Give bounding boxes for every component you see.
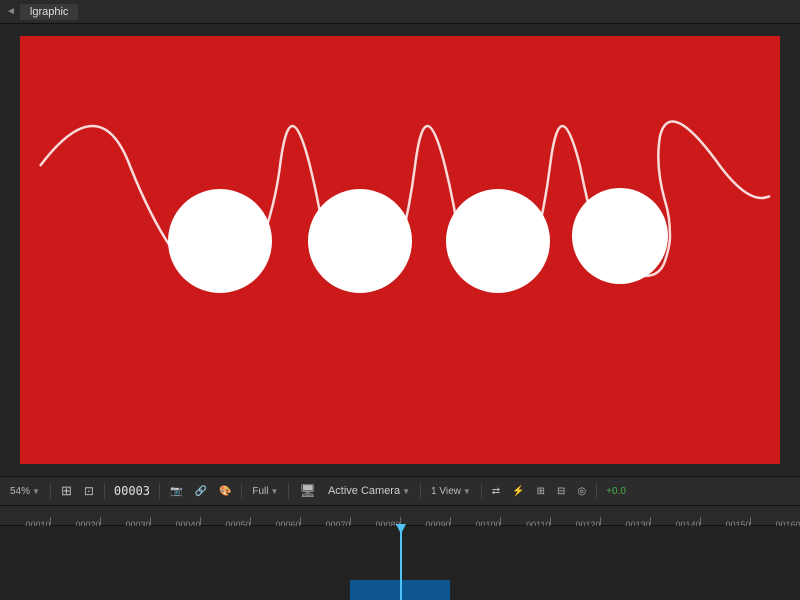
- ruler-mark: 00090: [450, 517, 451, 525]
- view-layout-control[interactable]: 1 View ▼: [427, 485, 475, 498]
- timecode-display: 00003: [111, 484, 153, 498]
- view-layout-dropdown-icon: ▼: [463, 487, 471, 496]
- target-button[interactable]: ◎: [573, 485, 590, 498]
- ruler-mark: 00150: [750, 517, 751, 525]
- transfer-button[interactable]: ⇄: [488, 485, 504, 498]
- layout-button[interactable]: ⊟: [553, 485, 569, 498]
- value-display: +0.0: [603, 486, 629, 497]
- camera-icon: 📷: [170, 486, 182, 497]
- ruler-mark: 00120: [600, 517, 601, 525]
- zoom-control[interactable]: 54% ▼: [6, 485, 44, 498]
- transfer-icon: ⇄: [492, 486, 500, 497]
- ruler-marks: 00010 00020 00030 00040 00050 00060 00070 00080…: [0, 506, 800, 525]
- active-camera-label: Active Camera: [328, 485, 400, 497]
- timeline[interactable]: 00010 00020 00030 00040 00050 00060 00070 00080…: [0, 506, 800, 600]
- composition-tab[interactable]: lgraphic: [20, 4, 79, 20]
- target-icon: ◎: [577, 486, 586, 497]
- ruler-mark: 00060: [300, 517, 301, 525]
- separator-3: [159, 483, 160, 499]
- quality-value: Full: [252, 486, 268, 497]
- grid-icon: ⊞: [537, 486, 545, 497]
- viewport-canvas: [20, 36, 780, 464]
- timecode-value: 00003: [114, 484, 150, 498]
- timeline-body[interactable]: [0, 526, 800, 600]
- crop-icon: ⊡: [84, 484, 94, 498]
- ruler-mark: 00080: [400, 517, 401, 525]
- timeline-ruler[interactable]: 00010 00020 00030 00040 00050 00060 00070 00080…: [0, 506, 800, 526]
- ruler-mark: 00130: [650, 517, 651, 525]
- flash-icon: ⚡: [512, 486, 524, 497]
- color-icon: 🎨: [219, 486, 231, 497]
- green-value-label: +0.0: [606, 486, 626, 497]
- separator-4: [241, 483, 242, 499]
- crop-button[interactable]: ⊡: [80, 483, 98, 499]
- ruler-mark: 00040: [200, 517, 201, 525]
- zoom-value: 54%: [10, 486, 30, 497]
- separator-1: [50, 483, 51, 499]
- ruler-mark: 00100: [500, 517, 501, 525]
- camera-button[interactable]: 📷: [166, 485, 186, 498]
- zoom-dropdown-icon: ▼: [32, 487, 40, 496]
- link-icon: 🔗: [194, 486, 206, 497]
- ruler-mark: 00070: [350, 517, 351, 525]
- back-arrow[interactable]: ◄: [6, 6, 16, 17]
- separator-5: [288, 483, 289, 499]
- ruler-mark: 00020: [100, 517, 101, 525]
- playhead-head: [396, 524, 406, 534]
- fit-view-button[interactable]: ⊞: [57, 482, 76, 500]
- ruler-mark: 00030: [150, 517, 151, 525]
- fit-view-icon: ⊞: [61, 483, 72, 499]
- grid-button[interactable]: ⊞: [533, 485, 549, 498]
- top-bar: ◄ lgraphic: [0, 0, 800, 24]
- ruler-mark: 00010: [50, 517, 51, 525]
- flash-button[interactable]: ⚡: [508, 485, 528, 498]
- view-layout-label: 1 View: [431, 486, 461, 497]
- layout-icon: ⊟: [557, 486, 565, 497]
- separator-6: [420, 483, 421, 499]
- color-button[interactable]: 🎨: [215, 485, 235, 498]
- toolbar: 54% ▼ ⊞ ⊡ 00003 📷 🔗 🎨 Full ▼ 🖥 Active Ca…: [0, 476, 800, 506]
- ruler-mark: 00110: [550, 517, 551, 525]
- link-button[interactable]: 🔗: [190, 485, 210, 498]
- viewport-container: [0, 24, 800, 476]
- ruler-mark: 00140: [700, 517, 701, 525]
- monitor-icon: 🖥: [299, 483, 316, 499]
- separator-7: [481, 483, 482, 499]
- separator-2: [104, 483, 105, 499]
- playhead[interactable]: [400, 526, 402, 600]
- quality-dropdown-icon: ▼: [271, 487, 279, 496]
- active-camera-control[interactable]: Active Camera ▼: [324, 484, 414, 498]
- quality-control[interactable]: Full ▼: [248, 485, 282, 498]
- monitor-button[interactable]: 🖥: [295, 482, 320, 500]
- separator-8: [596, 483, 597, 499]
- ruler-mark: 00050: [250, 517, 251, 525]
- camera-dropdown-icon: ▼: [402, 487, 410, 496]
